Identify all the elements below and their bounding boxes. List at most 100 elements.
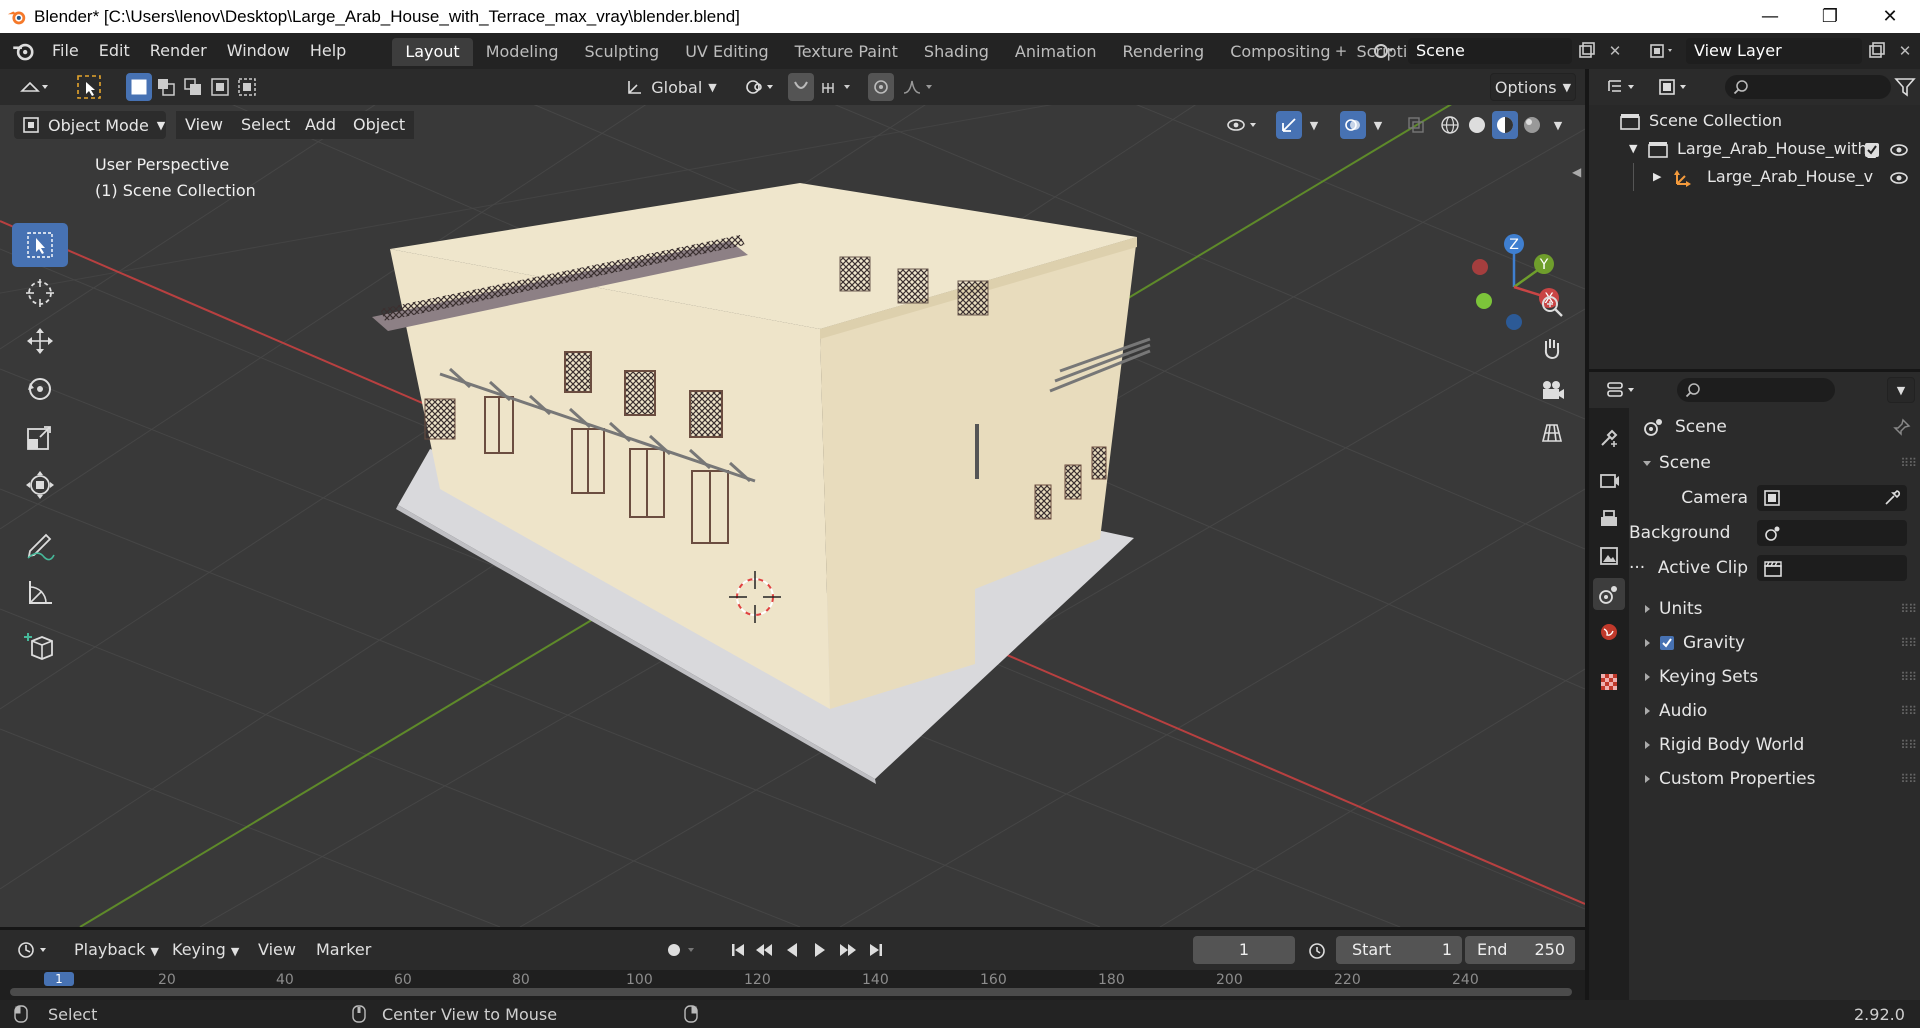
properties-options-dropdown[interactable]: ▼ xyxy=(1887,377,1915,403)
play-icon[interactable] xyxy=(808,936,832,964)
solid-shading-icon[interactable] xyxy=(1465,111,1489,139)
frame-end-field[interactable]: End 250 xyxy=(1465,936,1575,964)
overlays-toggle-icon[interactable] xyxy=(1340,111,1366,139)
visibility-dropdown-icon[interactable] xyxy=(1222,111,1266,139)
add-menu[interactable]: Add xyxy=(296,111,345,139)
select-menu[interactable]: Select xyxy=(232,111,300,139)
view-layer-field[interactable]: View Layer xyxy=(1686,38,1862,64)
3d-viewport[interactable]: Global ▼ Options ▼ Object Mode ▼ View Se… xyxy=(0,69,1585,927)
gizmo-neg-y[interactable] xyxy=(1476,293,1492,309)
eye-icon[interactable] xyxy=(1889,142,1909,158)
select-new-icon[interactable] xyxy=(126,73,152,101)
tool-tab-icon[interactable] xyxy=(1593,422,1625,454)
drag-handle-icon[interactable]: ⠿⠿ xyxy=(1900,594,1917,624)
next-keyframe-icon[interactable] xyxy=(836,936,860,964)
pivot-point-icon[interactable] xyxy=(740,73,780,101)
gravity-checkbox[interactable] xyxy=(1659,635,1675,651)
outliner-editor-type-icon[interactable] xyxy=(1603,73,1643,101)
transform-tool[interactable] xyxy=(12,463,68,507)
drag-handle-icon[interactable]: ⠿⠿ xyxy=(1900,662,1917,692)
chevron-left-icon[interactable]: ◀ xyxy=(1572,165,1581,179)
playback-menu[interactable]: Playback ▼ xyxy=(74,937,159,963)
timeline-ruler[interactable]: 1 20 40 60 80 100 120 140 160 180 200 22… xyxy=(0,970,1585,1000)
scene-browse-icon[interactable] xyxy=(1366,38,1402,64)
scene-tab-icon[interactable] xyxy=(1593,578,1625,610)
tab-compositing[interactable]: Compositing xyxy=(1217,38,1343,66)
prev-keyframe-icon[interactable] xyxy=(752,936,776,964)
timeline-scrollbar[interactable] xyxy=(10,988,1572,996)
editor-type-icon[interactable] xyxy=(12,73,58,101)
keying-sets-panel[interactable]: Keying Sets ⠿⠿ xyxy=(1629,662,1920,692)
display-mode-icon[interactable] xyxy=(1655,73,1695,101)
auto-keying-icon[interactable] xyxy=(660,936,704,964)
proportional-edit-icon[interactable] xyxy=(868,73,894,101)
object-menu[interactable]: Object xyxy=(344,111,415,139)
timeline-editor-type-icon[interactable] xyxy=(12,936,56,964)
marker-menu[interactable]: Marker xyxy=(316,937,371,963)
timeline-view-menu[interactable]: View xyxy=(258,937,296,963)
world-tab-icon[interactable] xyxy=(1593,616,1625,648)
output-tab-icon[interactable] xyxy=(1593,502,1625,534)
select-tool-mode-icon[interactable] xyxy=(74,73,104,101)
drag-handle-icon[interactable]: ⠿⠿ xyxy=(1900,764,1917,794)
zoom-icon[interactable] xyxy=(1537,291,1567,321)
menu-edit[interactable]: Edit xyxy=(89,37,140,65)
new-scene-icon[interactable] xyxy=(1574,38,1600,64)
jump-start-icon[interactable] xyxy=(726,936,750,964)
outliner-item-collection[interactable]: ▼ Large_Arab_House_with_ xyxy=(1589,135,1920,163)
eye-icon[interactable] xyxy=(1889,170,1909,186)
minimize-button[interactable]: — xyxy=(1740,0,1800,33)
menu-file[interactable]: File xyxy=(42,37,89,65)
background-scene-field[interactable] xyxy=(1757,520,1907,546)
chevron-down-icon[interactable]: ▼ xyxy=(1548,111,1568,139)
playhead[interactable]: 1 xyxy=(44,972,74,986)
cursor-tool[interactable] xyxy=(12,271,68,315)
menu-window[interactable]: Window xyxy=(217,37,300,65)
view-layer-browse-icon[interactable] xyxy=(1642,38,1682,64)
falloff-icon[interactable] xyxy=(898,73,942,101)
snap-target-icon[interactable] xyxy=(816,73,860,101)
gizmo-neg-z[interactable] xyxy=(1506,314,1522,330)
properties-editor-type-icon[interactable] xyxy=(1603,376,1643,404)
eyedropper-icon[interactable] xyxy=(1883,489,1901,507)
measure-tool[interactable] xyxy=(12,571,68,615)
gizmo-neg-x[interactable] xyxy=(1472,259,1488,275)
navigation-gizmo[interactable]: Z Y X xyxy=(1460,229,1580,349)
preview-range-icon[interactable] xyxy=(1304,936,1330,964)
outliner-scene-collection[interactable]: Scene Collection xyxy=(1589,107,1920,135)
render-tab-icon[interactable] xyxy=(1593,464,1625,496)
tab-sculpting[interactable]: Sculpting xyxy=(571,38,672,66)
units-panel[interactable]: Units ⠿⠿ xyxy=(1629,594,1920,624)
view-layer-tab-icon[interactable] xyxy=(1593,540,1625,572)
play-reverse-icon[interactable] xyxy=(780,936,804,964)
menu-help[interactable]: Help xyxy=(300,37,356,65)
menu-render[interactable]: Render xyxy=(140,37,217,65)
keying-menu[interactable]: Keying ▼ xyxy=(172,937,239,963)
properties-search-input[interactable] xyxy=(1677,378,1835,402)
select-extend-icon[interactable] xyxy=(153,73,179,101)
close-button[interactable]: ✕ xyxy=(1860,0,1920,33)
rigid-body-world-panel[interactable]: Rigid Body World ⠿⠿ xyxy=(1629,730,1920,760)
tab-modeling[interactable]: Modeling xyxy=(473,38,572,66)
tab-rendering[interactable]: Rendering xyxy=(1110,38,1218,66)
add-workspace-icon[interactable]: + xyxy=(1328,38,1354,64)
camera-view-icon[interactable] xyxy=(1537,375,1567,405)
move-tool[interactable] xyxy=(12,319,68,363)
rotate-tool[interactable] xyxy=(12,367,68,411)
select-box-tool[interactable] xyxy=(12,223,68,267)
restore-button[interactable]: ❐ xyxy=(1800,0,1860,33)
options-dropdown[interactable]: Options ▼ xyxy=(1490,73,1576,101)
transform-orientation-dropdown[interactable]: Global ▼ xyxy=(616,73,726,101)
checkbox-icon[interactable] xyxy=(1864,142,1880,158)
outliner-search-input[interactable] xyxy=(1725,75,1891,99)
blender-menu-icon[interactable] xyxy=(10,38,36,64)
frame-start-field[interactable]: Start 1 xyxy=(1336,936,1462,964)
delete-view-layer-icon[interactable]: ✕ xyxy=(1892,38,1918,64)
rendered-shading-icon[interactable] xyxy=(1520,111,1544,139)
gizmo-toggle-icon[interactable] xyxy=(1276,111,1302,139)
delete-scene-icon[interactable]: ✕ xyxy=(1602,38,1628,64)
current-frame-field[interactable]: 1 xyxy=(1193,936,1295,964)
chevron-right-icon[interactable]: ▶ xyxy=(1653,163,1661,191)
pan-hand-icon[interactable] xyxy=(1537,333,1567,363)
object-mode-dropdown[interactable]: Object Mode ▼ xyxy=(14,111,166,139)
